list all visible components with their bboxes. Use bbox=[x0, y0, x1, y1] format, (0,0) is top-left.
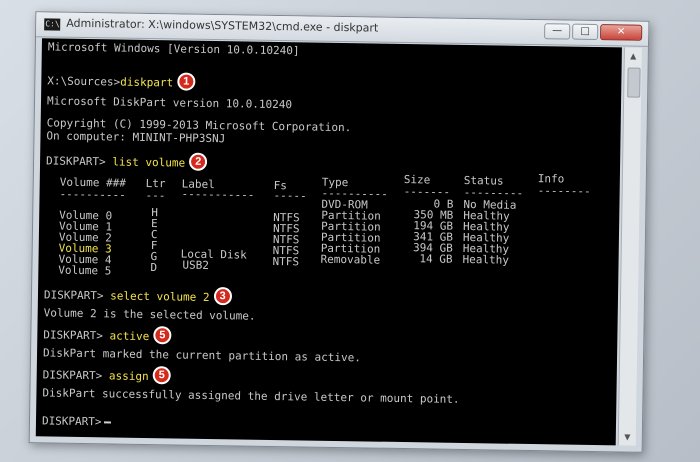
prompt-line-4: DISKPART> active 5 bbox=[43, 326, 172, 346]
prompt-line-3: DISKPART> select volume 23 bbox=[44, 286, 232, 307]
prompt-line-5: DISKPART> assign 5 bbox=[43, 366, 171, 386]
assign-message: DiskPart successfully assigned the drive… bbox=[42, 386, 460, 406]
sep-ltr: --- bbox=[145, 188, 166, 203]
row5-type: Removable bbox=[320, 252, 381, 267]
close-button[interactable]: ✕ bbox=[600, 24, 643, 41]
selected-volume-message: Volume 2 is the selected volume. bbox=[43, 306, 256, 323]
diskpart-version-line: Microsoft DiskPart version 10.0.10240 bbox=[46, 94, 293, 112]
vertical-scrollbar[interactable]: ▲ ▼ bbox=[617, 47, 642, 446]
console-output[interactable]: Microsoft Windows [Version 10.0.10240] X… bbox=[35, 38, 622, 446]
sep-size: ------- bbox=[403, 185, 451, 199]
step-badge-1: 1 bbox=[177, 72, 196, 91]
command-select-volume: select volume 2 bbox=[110, 289, 210, 304]
step-badge-2: 2 bbox=[189, 152, 208, 171]
scroll-thumb[interactable] bbox=[627, 67, 641, 98]
prompt: DISKPART> bbox=[43, 288, 104, 303]
header-ltr: Ltr bbox=[145, 176, 166, 191]
sep-volume: ---------- bbox=[59, 187, 126, 202]
text-cursor bbox=[103, 421, 111, 424]
cmd-window: C:\ Administrator: X:\windows\SYSTEM32\c… bbox=[28, 11, 650, 453]
row6-label: USB2 bbox=[182, 258, 210, 272]
computer-line: On computer: MININT-PHP3SNJ bbox=[46, 129, 226, 146]
prompt: DISKPART> bbox=[43, 328, 104, 343]
prompt: DISKPART> bbox=[42, 368, 103, 383]
window-title: Administrator: X:\windows\SYSTEM32\cmd.e… bbox=[66, 16, 379, 35]
row5-size: 14 GB bbox=[419, 252, 453, 266]
step-badge-3: 3 bbox=[213, 287, 232, 306]
step-badge-5: 5 bbox=[152, 366, 171, 385]
maximize-icon: □ bbox=[580, 25, 590, 37]
row5-fs: NTFS bbox=[272, 254, 300, 269]
command-diskpart: diskpart bbox=[120, 75, 174, 90]
prompt-line-1: X:\Sources>diskpart 1 bbox=[47, 72, 196, 92]
command-list-volume: list volume bbox=[112, 155, 186, 170]
sep-label: ----------- bbox=[181, 187, 255, 202]
sep-info: -------- bbox=[537, 184, 591, 198]
scroll-up-icon[interactable]: ▲ bbox=[625, 47, 642, 64]
row6-volume: Volume 5 bbox=[58, 263, 112, 278]
minimize-icon: — bbox=[552, 25, 563, 37]
minimize-button[interactable]: — bbox=[544, 23, 571, 40]
command-active: active bbox=[109, 329, 150, 344]
maximize-button[interactable]: □ bbox=[572, 23, 599, 41]
prompt: DISKPART> bbox=[45, 154, 106, 169]
windows-version-line: Microsoft Windows [Version 10.0.10240] bbox=[47, 40, 300, 58]
row5-status: Healthy bbox=[462, 252, 510, 267]
prompt-line-6[interactable]: DISKPART> bbox=[42, 414, 111, 428]
prompt-line-2: DISKPART> list volume 2 bbox=[45, 152, 208, 173]
row6-ltr: D bbox=[150, 261, 158, 275]
cmd-app-icon: C:\ bbox=[44, 18, 61, 31]
prompt: X:\Sources> bbox=[47, 74, 121, 89]
close-icon: ✕ bbox=[616, 26, 626, 38]
prompt: DISKPART> bbox=[41, 414, 102, 429]
active-message: DiskPart marked the current partition as… bbox=[42, 346, 362, 365]
command-assign: assign bbox=[108, 369, 149, 384]
scroll-down-icon[interactable]: ▼ bbox=[619, 428, 636, 445]
step-badge-4: 5 bbox=[153, 326, 172, 345]
sep-fs: ----- bbox=[273, 188, 307, 203]
